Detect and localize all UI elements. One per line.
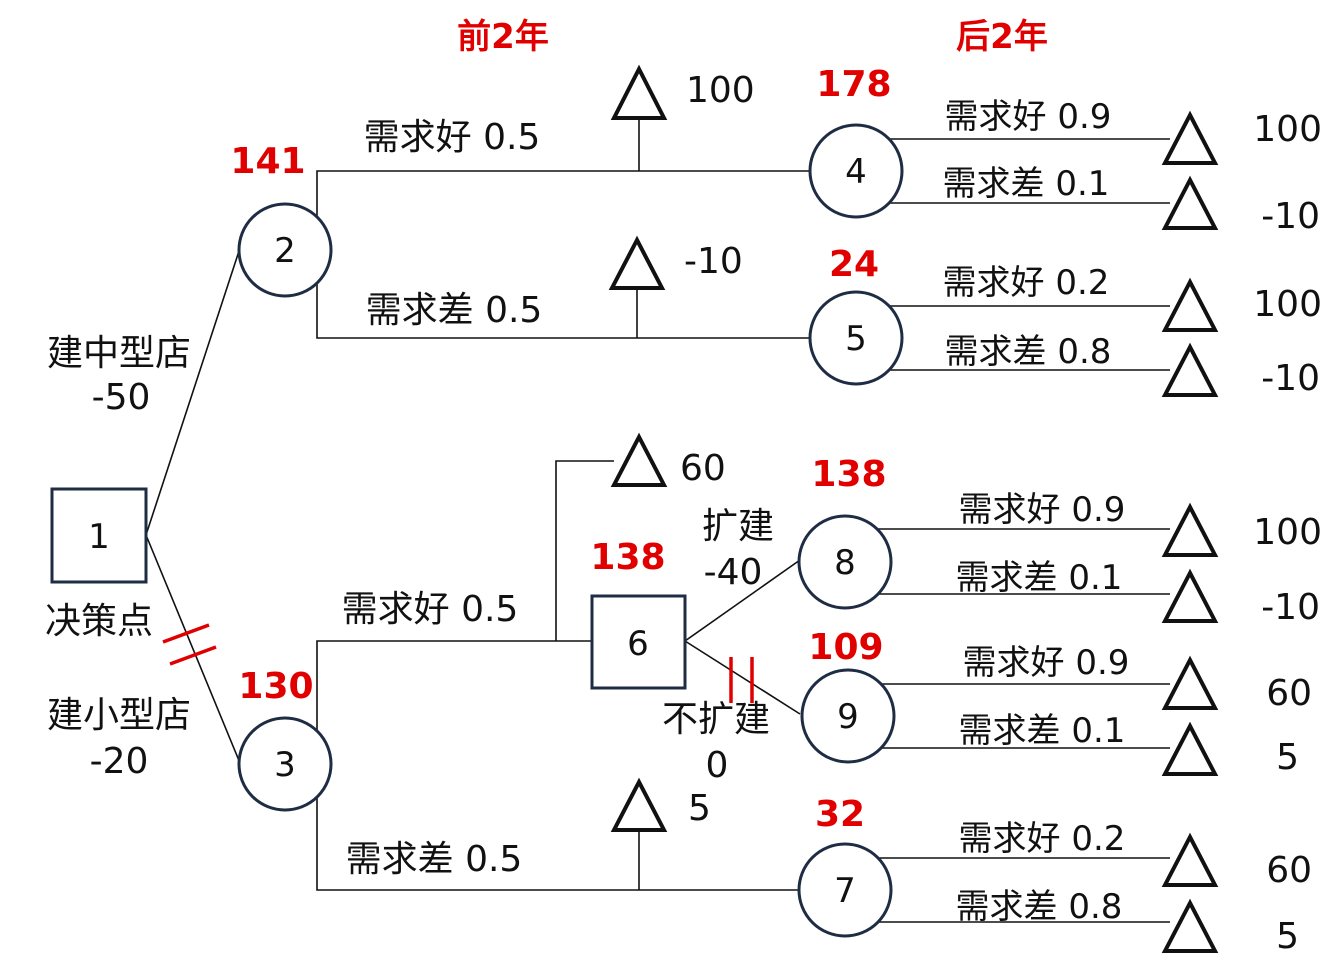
decision-point-caption: 决策点 [45, 601, 153, 642]
outcome-label-n5-good: 需求好 0.2 [943, 263, 1110, 303]
node-number: 5 [845, 319, 867, 359]
header-first-period: 前2年 [457, 17, 549, 57]
payoff-n5-bad: -10 [1261, 358, 1320, 399]
node-number: 7 [834, 871, 856, 911]
chance-node-4[interactable]: 4 [808, 123, 904, 219]
ev-node-3: 130 [238, 666, 313, 707]
payoff-n4-good: 100 [1253, 109, 1322, 150]
no-expand-cost: 0 [706, 745, 729, 786]
edge-1-to-2 [145, 247, 241, 536]
decision-tree-diagram: 1 2 3 4 5 6 7 8 9 前2年 后2年 141 130 178 24… [45, 17, 1322, 957]
branch-label-n2-good: 需求好 0.5 [364, 117, 541, 158]
expected-values: 141 130 178 24 138 138 109 32 [230, 64, 891, 835]
chance-node-9[interactable]: 9 [800, 668, 896, 764]
edge-3-good [316, 640, 592, 764]
ev-node-2: 141 [230, 141, 305, 182]
payoff-n3-good: 60 [680, 448, 726, 489]
option-small-cost: -20 [90, 741, 149, 782]
chance-node-3[interactable]: 3 [237, 716, 333, 812]
decision-node-6[interactable]: 6 [590, 594, 687, 690]
terminal-triangle-icon [1161, 721, 1219, 776]
outcome-label-n5-bad: 需求差 0.8 [945, 332, 1112, 372]
edge-2-good [316, 170, 812, 250]
option-medium-cost: -50 [92, 377, 151, 418]
payoff-n3-bad: 5 [688, 788, 711, 829]
branch-label-n3-good: 需求好 0.5 [342, 589, 519, 630]
node-number: 4 [845, 152, 867, 192]
terminal-triangle-icon [610, 64, 668, 120]
terminal-triangle-icon [1161, 832, 1219, 887]
terminal-triangle-icon [1161, 175, 1219, 230]
nodes: 1 2 3 4 5 6 7 8 9 [50, 123, 904, 938]
terminal-triangle-icon [1161, 110, 1219, 165]
chance-node-8[interactable]: 8 [797, 514, 893, 610]
payoff-n2-good: 100 [686, 70, 755, 111]
option-medium-name: 建中型店 [47, 333, 191, 374]
terminal-triangle-icon [1161, 502, 1219, 557]
decision-tree-canvas: 1 2 3 4 5 6 7 8 9 前2年 后2年 141 130 178 24… [0, 0, 1340, 967]
ev-node-5: 24 [829, 244, 879, 285]
terminal-triangle-icon [1161, 898, 1219, 953]
ev-node-9: 109 [808, 627, 883, 668]
payoff-n8-good: 100 [1253, 512, 1322, 553]
payoff-n4-bad: -10 [1261, 196, 1320, 237]
node-number: 3 [274, 745, 296, 785]
ev-node-8: 138 [811, 454, 886, 495]
ev-node-4: 178 [816, 64, 891, 105]
outcome-label-n8-good: 需求好 0.9 [959, 490, 1126, 530]
outcome-label-n4-bad: 需求差 0.1 [943, 164, 1110, 204]
second-period-labels: 需求好 0.9 需求差 0.1 需求好 0.2 需求差 0.8 需求好 0.9 … [943, 97, 1322, 957]
branch-label-n3-bad: 需求差 0.5 [346, 839, 523, 880]
outcome-label-n8-bad: 需求差 0.1 [956, 558, 1123, 598]
ev-node-6: 138 [590, 537, 665, 578]
payoff-n8-bad: -10 [1261, 587, 1320, 628]
terminal-triangle-icon [610, 777, 668, 832]
branch-label-n2-bad: 需求差 0.5 [366, 290, 543, 331]
node-number: 6 [627, 624, 649, 664]
terminal-triangle-icon [1161, 342, 1219, 397]
outcome-label-n9-bad: 需求差 0.1 [959, 711, 1126, 751]
expand-cost: -40 [704, 552, 763, 593]
payoff-n2-bad: -10 [684, 241, 743, 282]
terminal-triangle-icon [610, 432, 668, 487]
node-number: 2 [274, 231, 296, 271]
option-small-name: 建小型店 [47, 695, 191, 736]
outcome-label-n4-good: 需求好 0.9 [945, 97, 1112, 137]
payoff-n7-bad: 5 [1276, 916, 1299, 957]
terminal-triangle-icon [1161, 277, 1219, 332]
node-number: 9 [837, 697, 859, 737]
decision-node-1[interactable]: 1 [50, 487, 148, 584]
outcome-label-n9-good: 需求好 0.9 [963, 643, 1130, 683]
no-expand-name: 不扩建 [662, 699, 770, 740]
chance-node-5[interactable]: 5 [808, 290, 904, 386]
payoff-n9-bad: 5 [1276, 737, 1299, 778]
header-second-period: 后2年 [956, 17, 1048, 57]
payoff-n7-good: 60 [1266, 850, 1312, 891]
chance-node-2[interactable]: 2 [237, 202, 333, 298]
payoff-n5-good: 100 [1253, 284, 1322, 325]
node-number: 8 [834, 543, 856, 583]
terminal-triangle-icon [1161, 568, 1219, 623]
first-period-labels: 需求好 0.5 需求差 0.5 需求好 0.5 需求差 0.5 100 -10 … [342, 70, 755, 880]
prune-mark-small-store-a [162, 623, 210, 644]
outcome-label-n7-bad: 需求差 0.8 [956, 887, 1123, 927]
expand-name: 扩建 [702, 506, 774, 547]
payoff-n9-good: 60 [1266, 673, 1312, 714]
chance-node-7[interactable]: 7 [797, 842, 893, 938]
node-number: 1 [88, 517, 110, 557]
terminal-triangle-icon [608, 235, 666, 290]
terminal-triangle-icon [1161, 655, 1219, 710]
ev-node-7: 32 [815, 794, 865, 835]
outcome-label-n7-good: 需求好 0.2 [959, 819, 1126, 859]
